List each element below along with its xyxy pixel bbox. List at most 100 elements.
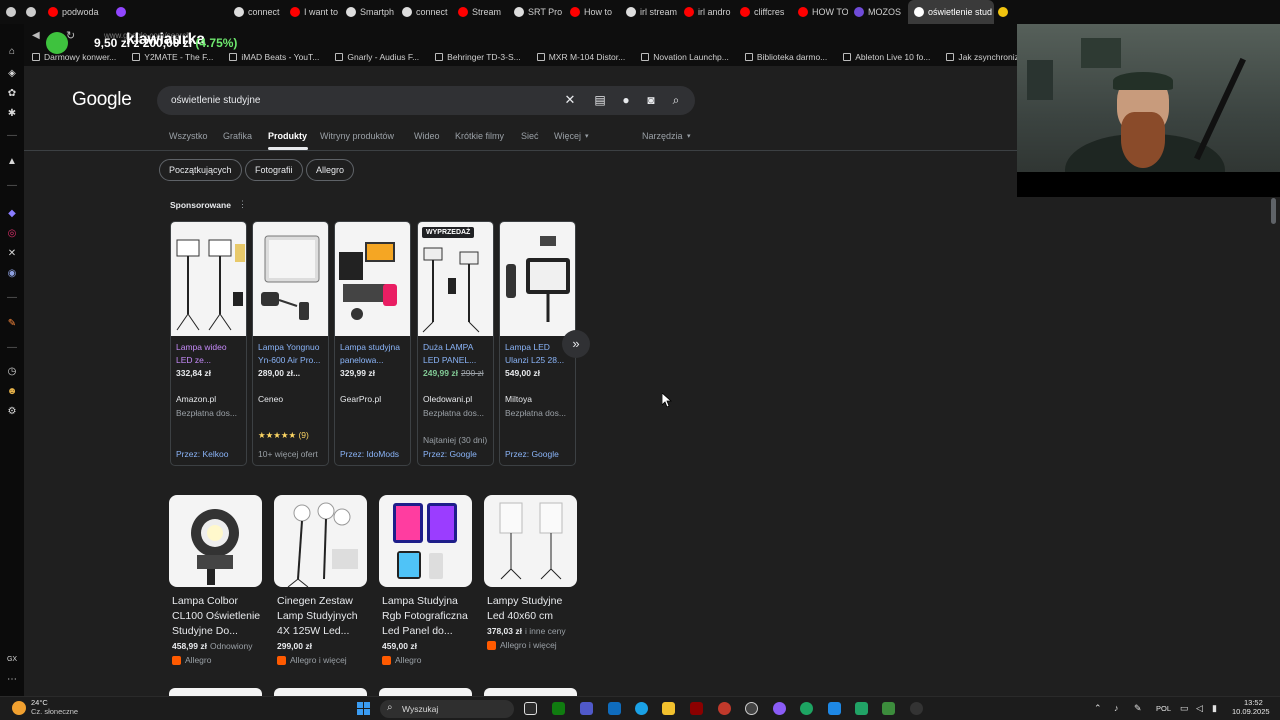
browser-tab[interactable]: podwoda [42, 0, 110, 24]
filter-chip[interactable]: Początkujących [159, 159, 242, 181]
explorer-icon[interactable] [662, 702, 675, 715]
tab-sieć[interactable]: Sieć [521, 131, 539, 141]
browser-tab[interactable]: SRT Pro [508, 0, 564, 24]
language-indicator[interactable]: POL [1156, 704, 1171, 713]
product-card[interactable]: Lampy Studyjne Led 40x60 cm 378,03 zł i in… [484, 495, 577, 650]
gx-icon[interactable]: GX [6, 654, 18, 666]
browser-tab[interactable]: cliffcres [734, 0, 792, 24]
search-input[interactable]: oświetlenie studyjne [171, 95, 261, 106]
sponsored-product-card[interactable]: WYPRZEDAŻ Duża LAMPA LED PANEL... 249,99 z… [417, 221, 494, 466]
twitch-icon[interactable]: ✎ [6, 318, 18, 330]
browser-tab[interactable]: Smartph [340, 0, 396, 24]
seller-row[interactable]: Allegro [172, 655, 262, 665]
browser-tab[interactable]: I want to [284, 0, 340, 24]
messenger-icon[interactable]: ◆ [6, 208, 18, 220]
mic-tray-icon[interactable]: ♪ [1114, 703, 1119, 713]
battery-icon[interactable]: ▮ [1212, 703, 1217, 714]
browser-tab[interactable]: MOZOS [848, 0, 908, 24]
tab-krótkie-filmy[interactable]: Krótkie filmy [455, 131, 504, 141]
opera-icon[interactable] [745, 702, 758, 715]
browser-tab[interactable]: HOW TO [792, 0, 848, 24]
keyboard-icon[interactable]: ▤ [593, 93, 607, 107]
start-icon[interactable] [357, 702, 370, 715]
home-icon[interactable]: ⌂ [6, 46, 18, 58]
x-icon[interactable]: ✕ [6, 248, 18, 260]
search-box[interactable]: oświetlenie studyjne ✕ ▤ ● ◙ ⌕ [157, 86, 695, 115]
app-icon[interactable] [690, 702, 703, 715]
tab-produkty[interactable]: Produkty [268, 131, 307, 141]
network-icon[interactable]: ▭ [1180, 703, 1189, 714]
sponsored-product-card[interactable]: Lampa wideo LED ze... 332,84 zł Amazon.pl B… [170, 221, 247, 466]
instagram-icon[interactable]: ◎ [6, 228, 18, 240]
sponsored-product-card[interactable]: Lampa Yongnuo Yn-600 Air Pro... 289,00 zł… [252, 221, 329, 466]
browser-tab[interactable]: connect [228, 0, 284, 24]
back-icon[interactable]: ◀ [32, 30, 40, 41]
aria-icon[interactable]: ▲ [6, 156, 18, 168]
new-tab-icon[interactable] [998, 7, 1008, 17]
product-title[interactable]: Duża LAMPA LED PANEL... [423, 341, 491, 366]
bookmark-item[interactable]: Ableton Live 10 fo... [835, 52, 938, 62]
product-image[interactable] [171, 222, 246, 336]
product-image[interactable] [274, 495, 367, 587]
carousel-next-button[interactable]: » [562, 330, 590, 358]
browser-tab[interactable] [0, 0, 20, 24]
filter-chip[interactable]: Fotografii [245, 159, 303, 181]
seller-row[interactable]: Allegro i więcej [277, 655, 367, 665]
discord-icon[interactable]: ◉ [6, 268, 18, 280]
chevron-down-icon[interactable]: ▾ [687, 132, 691, 140]
clock-time[interactable]: 13:52 [1244, 698, 1263, 707]
sponsored-product-card[interactable]: Lampa studyjna panelowa... 329,99 zł GearP… [334, 221, 411, 466]
more-icon[interactable]: ⋯ [6, 674, 18, 686]
product-card[interactable]: Cinegen Zestaw Lamp Studyjnych 4X 125W L… [274, 495, 367, 665]
volume-icon[interactable]: ◁ [1196, 703, 1203, 714]
pen-tray-icon[interactable]: ✎ [1134, 703, 1142, 714]
tab-grafika[interactable]: Grafika [223, 131, 252, 141]
more-options-icon[interactable]: ⋮ [238, 199, 247, 210]
chrome-icon[interactable] [800, 702, 813, 715]
seller-row[interactable]: Allegro i więcej [487, 640, 577, 650]
chevron-down-icon[interactable]: ▾ [585, 132, 589, 140]
tools-button[interactable]: Narzędzia [642, 131, 683, 141]
messenger-app-icon[interactable] [773, 702, 786, 715]
product-image[interactable] [418, 222, 493, 336]
app-icon[interactable] [718, 702, 731, 715]
store-icon[interactable]: ◈ [6, 68, 18, 80]
bookmark-item[interactable]: Jak zsynchronizo... [938, 52, 1017, 62]
product-image[interactable] [169, 495, 262, 587]
lens-icon[interactable]: ◙ [644, 93, 658, 107]
bookmark-item[interactable]: Behringer TD-3-S... [427, 52, 529, 62]
product-title[interactable]: Lampa Colbor CL100 Oświetlenie Studyjne … [172, 594, 262, 639]
search-icon[interactable]: ⌕ [669, 93, 683, 107]
product-title[interactable]: Lampa Studyjna Rgb Fotograficzna Led Pan… [382, 594, 472, 639]
settings-icon[interactable]: ⚙ [6, 406, 18, 418]
browser-tab[interactable] [20, 0, 42, 24]
clear-icon[interactable]: ✕ [563, 93, 577, 107]
product-image[interactable] [500, 222, 575, 336]
product-card[interactable]: Lampa Studyjna Rgb Fotograficzna Led Pan… [379, 495, 472, 665]
teams-icon[interactable] [580, 702, 593, 715]
excel-icon[interactable] [855, 702, 868, 715]
task-view-icon[interactable] [524, 702, 537, 715]
product-title[interactable]: Lampa Yongnuo Yn-600 Air Pro... [258, 341, 326, 366]
more-offers-link[interactable]: 10+ więcej ofert [258, 449, 318, 459]
browser-tab[interactable]: connect [396, 0, 452, 24]
app-icon[interactable] [828, 702, 841, 715]
weather-temperature[interactable]: 24°C [31, 698, 48, 707]
browser-tab[interactable]: How to [564, 0, 620, 24]
product-image[interactable] [335, 222, 410, 336]
provider-link[interactable]: Przez: Google [505, 449, 559, 459]
product-title[interactable]: Lampy Studyjne Led 40x60 cm [487, 594, 577, 624]
extension-icon[interactable]: ✱ [6, 108, 18, 120]
history-icon[interactable]: ◷ [6, 366, 18, 378]
player-icon[interactable]: ✿ [6, 88, 18, 100]
google-logo[interactable]: Google [72, 89, 132, 111]
browser-tab[interactable]: oświetlenie stud [908, 0, 994, 24]
provider-link[interactable]: Przez: IdoMods [340, 449, 399, 459]
browser-tab[interactable]: irl stream [620, 0, 678, 24]
weather-description[interactable]: Cz. słoneczne [31, 707, 78, 716]
provider-link[interactable]: Przez: Kelkoo [176, 449, 228, 459]
product-title[interactable]: Lampa studyjna panelowa... [340, 341, 408, 366]
filter-chip[interactable]: Allegro [306, 159, 355, 181]
browser-tab[interactable]: irl andro [678, 0, 734, 24]
taskbar-search[interactable]: ⌕ Wyszukaj [380, 700, 514, 718]
